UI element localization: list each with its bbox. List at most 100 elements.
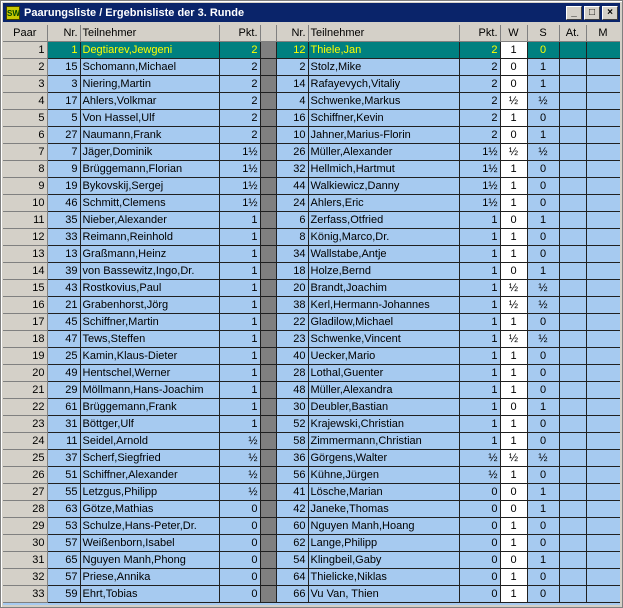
black-result-cell[interactable]: 0 <box>527 415 560 433</box>
m-cell[interactable] <box>586 449 620 467</box>
white-result-cell[interactable]: 1 <box>500 585 528 603</box>
white-nr-cell[interactable]: 59 <box>47 585 81 603</box>
white-result-cell[interactable]: 0 <box>500 398 528 416</box>
black-result-cell[interactable]: ½ <box>527 143 560 161</box>
black-nr-cell[interactable]: 6 <box>276 211 309 229</box>
black-player-cell[interactable]: Gladilow,Michael <box>308 313 460 331</box>
at-cell[interactable] <box>559 41 587 59</box>
black-result-cell[interactable]: ½ <box>527 279 560 297</box>
m-cell[interactable] <box>586 245 620 263</box>
white-result-cell[interactable]: 1 <box>500 245 528 263</box>
black-player-cell[interactable]: Nguyen Manh,Hoang <box>308 517 460 535</box>
white-player-cell[interactable]: Jäger,Dominik <box>80 143 220 161</box>
at-cell[interactable] <box>559 551 587 569</box>
black-player-cell[interactable]: Müller,Alexander <box>308 143 460 161</box>
black-result-cell[interactable]: 0 <box>527 534 560 552</box>
m-cell[interactable] <box>586 313 620 331</box>
black-player-cell[interactable]: Krajewski,Christian <box>308 415 460 433</box>
black-points-cell[interactable]: 0 <box>459 483 501 501</box>
black-nr-cell[interactable]: 28 <box>276 364 309 382</box>
black-points-cell[interactable]: 1 <box>459 347 501 365</box>
white-nr-cell[interactable]: 21 <box>47 296 81 314</box>
black-player-cell[interactable]: Walkiewicz,Danny <box>308 177 460 195</box>
black-nr-cell[interactable]: 52 <box>276 415 309 433</box>
black-nr-cell[interactable]: 2 <box>276 58 309 76</box>
table-row[interactable]: 8 9 Brüggemann,Florian 1½ 32 Hellmich,Hartmut… <box>3 160 620 178</box>
white-player-cell[interactable]: Möllmann,Hans-Joachim <box>80 381 220 399</box>
black-player-cell[interactable]: Deubler,Bastian <box>308 398 460 416</box>
white-player-cell[interactable]: Hentschel,Werner <box>80 364 220 382</box>
m-cell[interactable] <box>586 415 620 433</box>
maximize-button[interactable]: □ <box>584 5 600 20</box>
at-cell[interactable] <box>559 585 587 603</box>
white-points-cell[interactable]: ½ <box>219 432 261 450</box>
m-cell[interactable] <box>586 585 620 603</box>
white-player-cell[interactable]: Böttger,Ulf <box>80 415 220 433</box>
table-row[interactable]: 7 7 Jäger,Dominik 1½ 26 Müller,Alexander 1½ ½ ½ <box>3 143 620 161</box>
black-nr-cell[interactable]: 62 <box>276 534 309 552</box>
black-player-cell[interactable]: Lothal,Guenter <box>308 364 460 382</box>
at-cell[interactable] <box>559 262 587 280</box>
table-row[interactable]: 9 19 Bykovskij,Sergej 1½ 44 Walkiewicz,Danny 1… <box>3 177 620 195</box>
white-player-cell[interactable]: Tews,Steffen <box>80 330 220 348</box>
white-result-cell[interactable]: 1 <box>500 347 528 365</box>
black-result-cell[interactable]: 0 <box>527 160 560 178</box>
white-result-cell[interactable]: 1 <box>500 466 528 484</box>
col-header-points-black[interactable]: Pkt. <box>459 25 501 42</box>
at-cell[interactable] <box>559 432 587 450</box>
black-nr-cell[interactable]: 14 <box>276 75 309 93</box>
black-points-cell[interactable]: 2 <box>459 109 501 127</box>
m-cell[interactable] <box>586 194 620 212</box>
m-cell[interactable] <box>586 296 620 314</box>
black-result-cell[interactable]: ½ <box>527 449 560 467</box>
m-cell[interactable] <box>586 381 620 399</box>
black-points-cell[interactable]: 1 <box>459 279 501 297</box>
at-cell[interactable] <box>559 177 587 195</box>
black-nr-cell[interactable]: 18 <box>276 262 309 280</box>
white-nr-cell[interactable]: 49 <box>47 364 81 382</box>
white-points-cell[interactable]: 1 <box>219 347 261 365</box>
white-points-cell[interactable]: 2 <box>219 126 261 144</box>
white-points-cell[interactable]: 1 <box>219 296 261 314</box>
at-cell[interactable] <box>559 449 587 467</box>
white-nr-cell[interactable]: 19 <box>47 177 81 195</box>
black-player-cell[interactable]: Schwenke,Vincent <box>308 330 460 348</box>
black-player-cell[interactable]: Hellmich,Hartmut <box>308 160 460 178</box>
white-points-cell[interactable]: 1 <box>219 211 261 229</box>
at-cell[interactable] <box>559 568 587 586</box>
white-result-cell[interactable]: 1 <box>500 177 528 195</box>
black-player-cell[interactable]: Thielicke,Niklas <box>308 568 460 586</box>
white-nr-cell[interactable]: 39 <box>47 262 81 280</box>
white-points-cell[interactable]: 2 <box>219 58 261 76</box>
black-player-cell[interactable]: Kühne,Jürgen <box>308 466 460 484</box>
white-player-cell[interactable]: Von Hassel,Ulf <box>80 109 220 127</box>
at-cell[interactable] <box>559 211 587 229</box>
white-points-cell[interactable]: 0 <box>219 534 261 552</box>
black-result-cell[interactable]: 1 <box>527 211 560 229</box>
black-player-cell[interactable]: Stolz,Mike <box>308 58 460 76</box>
at-cell[interactable] <box>559 364 587 382</box>
white-player-cell[interactable]: Niering,Martin <box>80 75 220 93</box>
black-nr-cell[interactable]: 8 <box>276 228 309 246</box>
black-nr-cell[interactable]: 16 <box>276 109 309 127</box>
m-cell[interactable] <box>586 551 620 569</box>
white-result-cell[interactable]: 1 <box>500 41 528 59</box>
m-cell[interactable] <box>586 517 620 535</box>
at-cell[interactable] <box>559 534 587 552</box>
m-cell[interactable] <box>586 177 620 195</box>
m-cell[interactable] <box>586 41 620 59</box>
white-nr-cell[interactable]: 63 <box>47 500 81 518</box>
close-button[interactable]: × <box>602 5 618 20</box>
white-points-cell[interactable]: 1½ <box>219 160 261 178</box>
black-result-cell[interactable]: 1 <box>527 398 560 416</box>
white-points-cell[interactable]: 0 <box>219 568 261 586</box>
black-player-cell[interactable]: Müller,Alexandra <box>308 381 460 399</box>
black-player-cell[interactable]: Kerl,Hermann-Johannes <box>308 296 460 314</box>
table-row[interactable]: 19 25 Kamin,Klaus-Dieter 1 40 Uecker,Mario 1 1 0 <box>3 347 620 365</box>
table-row[interactable]: 6 27 Naumann,Frank 2 10 Jahner,Marius-Florin 2… <box>3 126 620 144</box>
black-result-cell[interactable]: 0 <box>527 517 560 535</box>
white-points-cell[interactable]: 1½ <box>219 194 261 212</box>
white-player-cell[interactable]: von Bassewitz,Ingo,Dr. <box>80 262 220 280</box>
white-result-cell[interactable]: 1 <box>500 160 528 178</box>
white-nr-cell[interactable]: 13 <box>47 245 81 263</box>
